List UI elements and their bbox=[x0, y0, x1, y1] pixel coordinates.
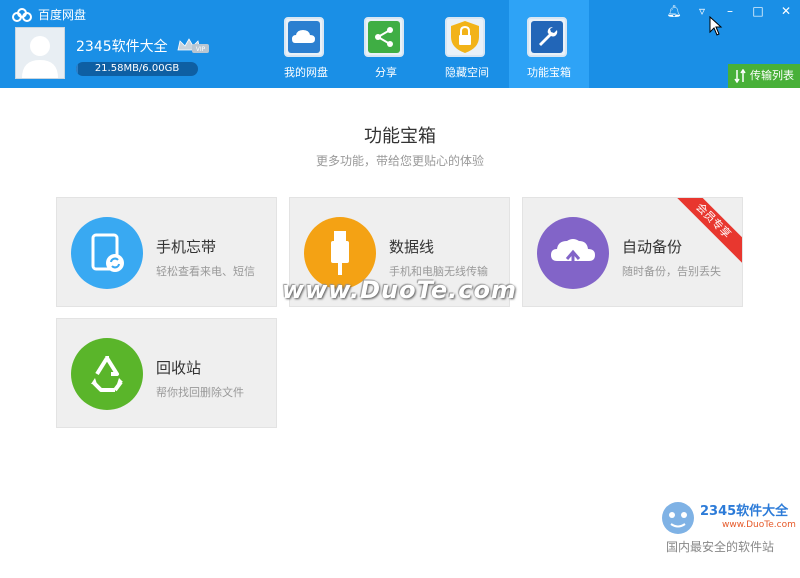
card-desc: 随时备份，告别丢失 bbox=[622, 265, 721, 278]
tab-label: 隐藏空间 bbox=[445, 66, 489, 79]
storage-quota-bar: 21.58MB/6.00GB bbox=[76, 62, 198, 76]
card-title: 自动备份 bbox=[622, 238, 683, 256]
phone-sync-icon bbox=[71, 217, 143, 289]
transfer-list-label: 传输列表 bbox=[750, 69, 794, 82]
baidu-cloud-logo-icon bbox=[12, 7, 32, 22]
vip-crown-icon[interactable]: VIP bbox=[176, 38, 210, 54]
wrench-icon bbox=[527, 17, 567, 57]
maximize-icon[interactable]: □ bbox=[744, 0, 772, 22]
app-title: 百度网盘 bbox=[38, 8, 87, 22]
cloud-icon bbox=[284, 17, 324, 57]
card-auto-backup[interactable]: 自动备份 随时备份，告别丢失 会员专享 bbox=[522, 197, 743, 307]
tab-share[interactable]: 分享 bbox=[346, 0, 426, 88]
transfer-arrows-icon bbox=[734, 69, 746, 83]
lock-icon bbox=[445, 17, 485, 57]
watermark-slogan: 国内最安全的软件站 bbox=[666, 540, 775, 554]
tab-label: 功能宝箱 bbox=[527, 66, 571, 79]
avatar[interactable] bbox=[15, 27, 65, 79]
user-name[interactable]: 2345软件大全 bbox=[76, 36, 168, 56]
transfer-list-button[interactable]: 传输列表 bbox=[728, 64, 800, 88]
tab-label: 我的网盘 bbox=[284, 66, 328, 79]
recycle-icon bbox=[71, 338, 143, 410]
page-title: 功能宝箱 bbox=[364, 126, 436, 147]
watermark-logo: 2345软件大全 www.DuoTe.com 国内最安全的软件站 bbox=[658, 498, 796, 554]
watermark-text: www.DuoTe.com bbox=[282, 276, 517, 304]
tab-hidden-space[interactable]: 隐藏空间 bbox=[427, 0, 507, 88]
storage-quota-text: 21.58MB/6.00GB bbox=[94, 63, 180, 74]
card-desc: 帮你找回删除文件 bbox=[156, 386, 244, 399]
title-bar: 百度网盘 2345软件大全 VIP 21.58MB/6.00GB 我的网盘 分享… bbox=[0, 0, 800, 88]
app-logo: 百度网盘 bbox=[12, 6, 86, 23]
tab-toolbox[interactable]: 功能宝箱 bbox=[509, 0, 589, 88]
card-title: 回收站 bbox=[156, 359, 202, 377]
mouse-cursor-icon bbox=[709, 16, 723, 36]
watermark-logo-url: www.DuoTe.com bbox=[722, 520, 796, 530]
page-subtitle: 更多功能，带给您更贴心的体验 bbox=[315, 154, 484, 168]
card-recycle-bin[interactable]: 回收站 帮你找回删除文件 bbox=[56, 318, 277, 428]
card-phone-forgot[interactable]: 手机忘带 轻松查看来电、短信 bbox=[56, 197, 277, 307]
vip-label: VIP bbox=[196, 46, 206, 53]
card-desc: 轻松查看来电、短信 bbox=[156, 265, 255, 278]
mascot-icon bbox=[662, 502, 694, 534]
tab-label: 分享 bbox=[375, 66, 397, 79]
window-controls: 🔔︎ ▿ – □ ✕ bbox=[660, 0, 800, 22]
user-silhouette-icon bbox=[22, 36, 58, 78]
cloud-upload-icon bbox=[537, 217, 609, 289]
card-title: 手机忘带 bbox=[156, 238, 217, 256]
close-icon[interactable]: ✕ bbox=[772, 0, 800, 22]
bell-icon[interactable]: 🔔︎ bbox=[660, 0, 688, 22]
tab-my-disk[interactable]: 我的网盘 bbox=[266, 0, 346, 88]
watermark-logo-title: 2345软件大全 bbox=[700, 504, 789, 519]
card-title: 数据线 bbox=[389, 238, 435, 256]
share-icon bbox=[364, 17, 404, 57]
